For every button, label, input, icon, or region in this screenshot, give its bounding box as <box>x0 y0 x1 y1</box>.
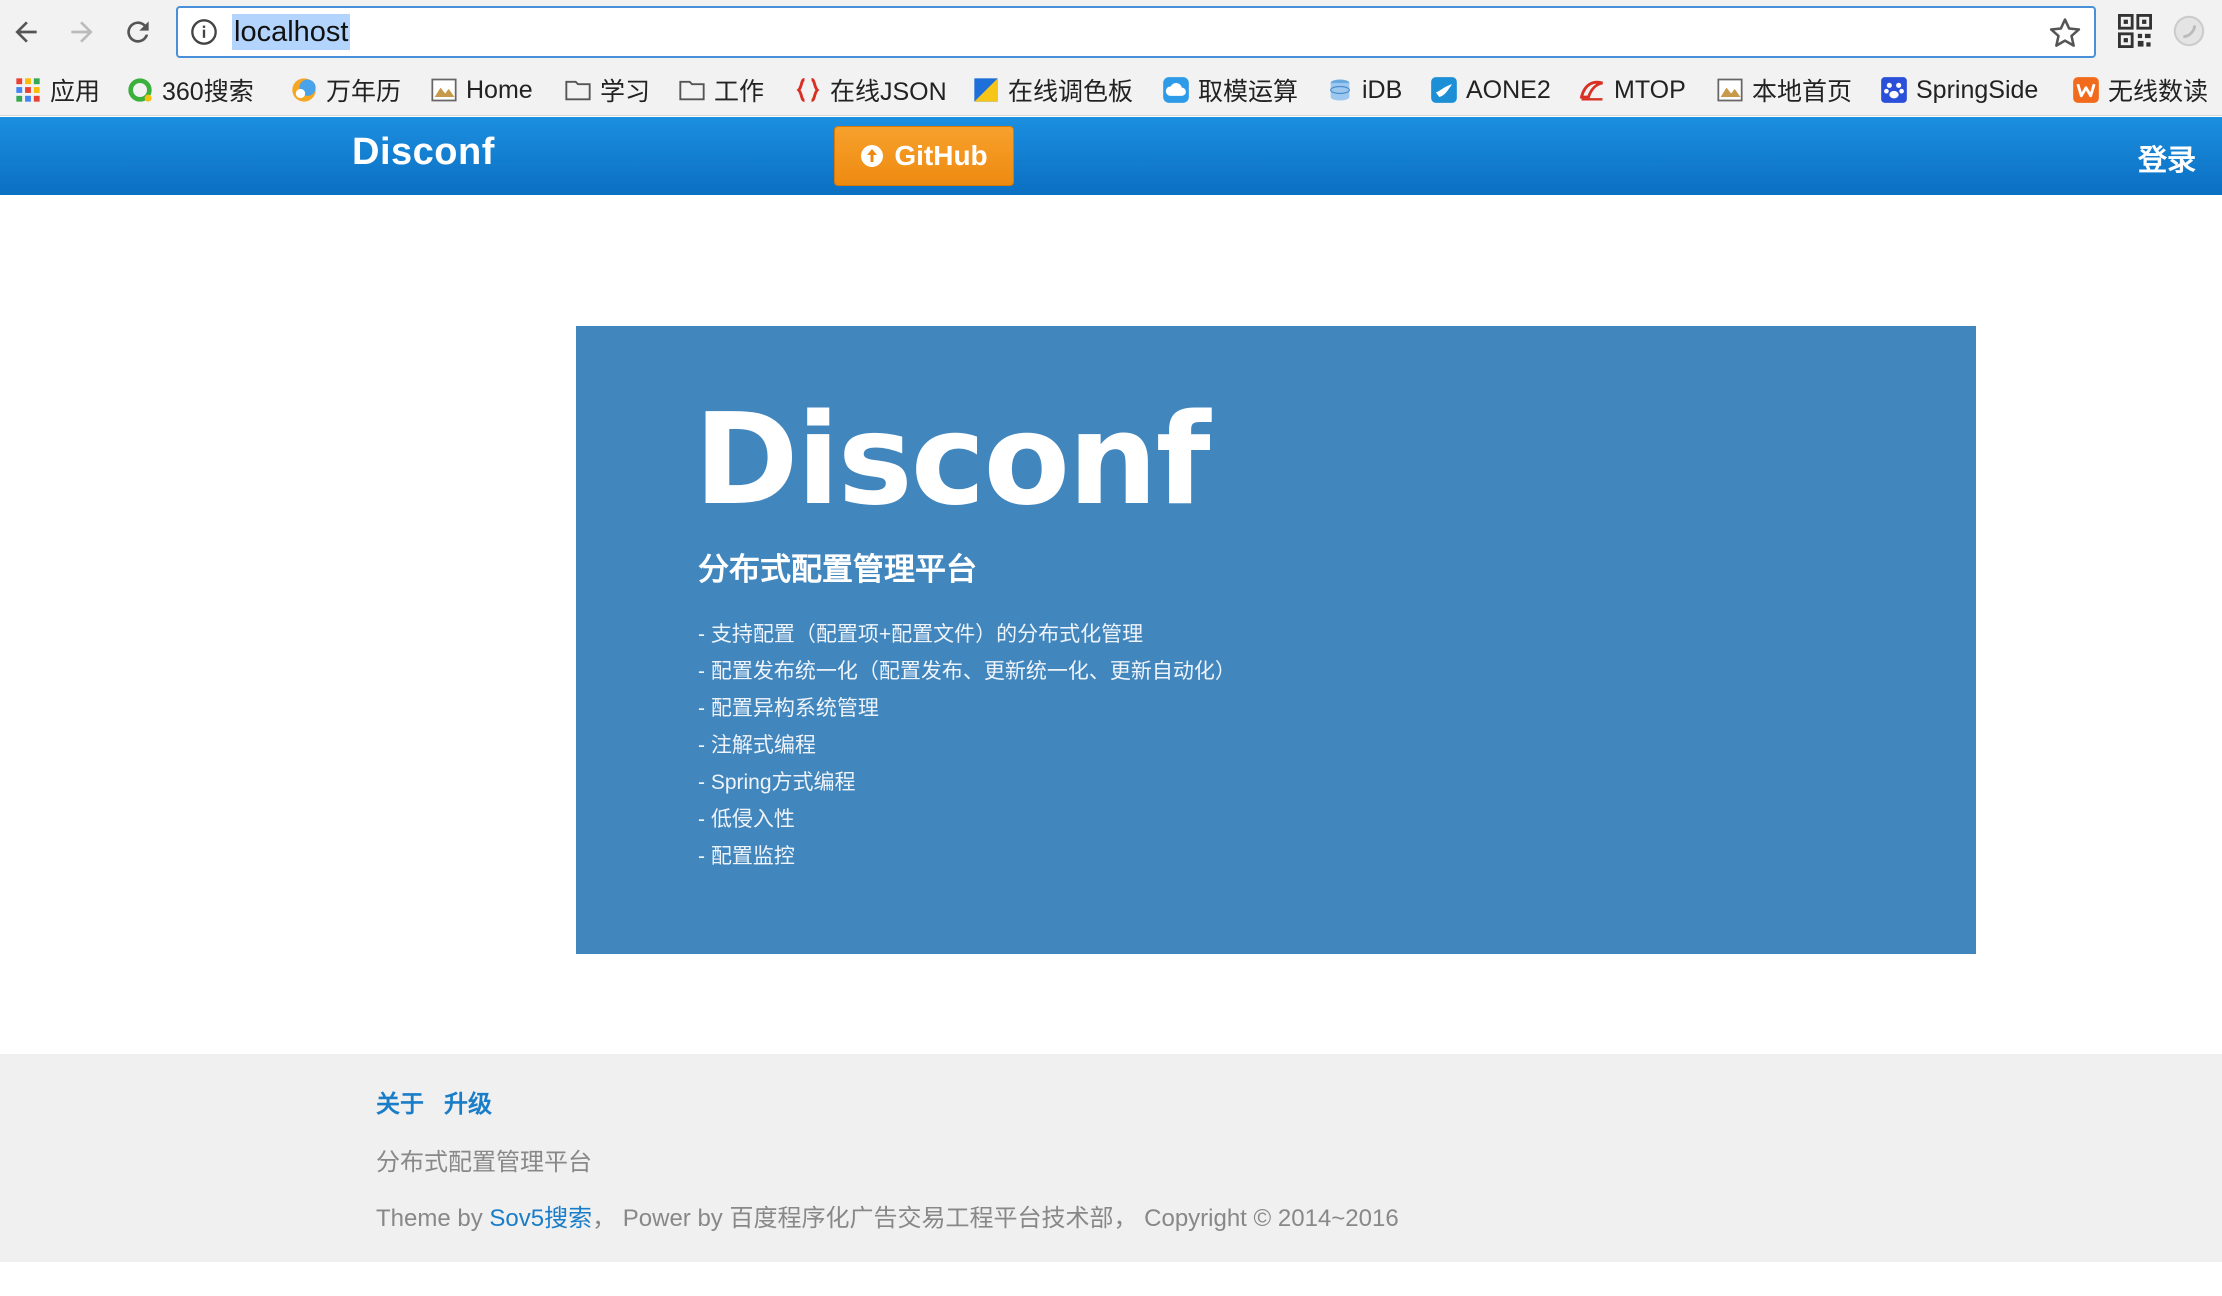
hero-banner: Disconf 分布式配置管理平台 - 支持配置（配置项+配置文件）的分布式化管… <box>576 326 1976 954</box>
bookmark-home[interactable]: Home <box>430 72 533 108</box>
address-bar[interactable]: localhost <box>176 6 2096 58</box>
footer-tagline: 分布式配置管理平台 <box>376 1149 592 1176</box>
bookmark-label: 工作 <box>714 78 765 106</box>
footer-link-upgrade[interactable]: 升级 <box>444 1084 492 1119</box>
database-icon <box>1330 79 1350 101</box>
bookmark-apps[interactable]: 应用 <box>14 72 100 108</box>
bookmark-label: 万年历 <box>326 78 402 106</box>
arrow-right-icon <box>71 21 93 43</box>
bookmark-wireless[interactable]: 无线数读 <box>2072 72 2208 108</box>
bookmark-label: 360搜索 <box>162 78 254 106</box>
bookmark-label: iDB <box>1362 75 1403 104</box>
github-button[interactable]: GitHub <box>834 126 1014 186</box>
bookmark-mtop[interactable]: MTOP <box>1578 72 1686 108</box>
forward-button[interactable] <box>60 10 104 54</box>
palette-icon <box>974 78 998 102</box>
bookmark-label: 在线调色板 <box>1008 78 1134 106</box>
cloud-icon <box>1163 77 1189 103</box>
json-braces-icon <box>796 78 820 102</box>
feature-item: - 注解式编程 <box>698 734 816 757</box>
bookmark-aone2[interactable]: AONE2 <box>1430 72 1551 108</box>
bookmark-label: AONE2 <box>1466 75 1551 104</box>
folder-icon <box>679 80 705 101</box>
bookmark-springside[interactable]: SpringSide <box>1880 72 2038 108</box>
feature-item: - 配置监控 <box>698 845 795 868</box>
feature-item: - 低侵入性 <box>698 808 795 831</box>
bookmark-label: 应用 <box>50 78 101 106</box>
login-link[interactable]: 登录 <box>2138 137 2196 179</box>
page-footer: 关于 升级 分布式配置管理平台 Theme by Sov5搜索， Power b… <box>0 1054 2222 1262</box>
bookmark-calendar[interactable]: 万年历 <box>290 72 401 108</box>
bookmark-json[interactable]: 在线JSON <box>794 72 947 108</box>
bookmark-label: 学习 <box>600 78 651 106</box>
github-label: GitHub <box>894 140 988 171</box>
info-icon[interactable] <box>190 18 218 46</box>
feature-item: - 配置异构系统管理 <box>698 697 879 720</box>
footer-link-about[interactable]: 关于 <box>376 1084 424 1119</box>
feature-item: - 支持配置（配置项+配置文件）的分布式化管理 <box>698 623 1144 646</box>
mtop-icon <box>1579 80 1603 101</box>
feature-list: - 支持配置（配置项+配置文件）的分布式化管理 - 配置发布统一化（配置发布、更… <box>698 616 1236 875</box>
brand-logo[interactable]: Disconf <box>352 131 495 174</box>
bookmark-palette[interactable]: 在线调色板 <box>972 72 1133 108</box>
bookmark-label: 本地首页 <box>1752 78 1853 106</box>
bookmark-star-icon[interactable] <box>2048 16 2082 50</box>
bookmark-label: 取模运算 <box>1198 78 1299 106</box>
theme-link[interactable]: Sov5搜索 <box>489 1205 592 1232</box>
bookmarks-bar: 应用 360搜索 万年历 Home 学习 工作 在线JSON 在线调色板 取模运… <box>0 64 2222 116</box>
bookmark-folder-work[interactable]: 工作 <box>678 72 764 108</box>
reload-icon <box>127 21 149 43</box>
theme-prefix: Theme by <box>376 1205 490 1232</box>
arrow-circle-icon <box>861 145 884 167</box>
bookmark-360[interactable]: 360搜索 <box>126 72 254 108</box>
qr-code-icon[interactable] <box>2118 14 2152 48</box>
paw-icon <box>1881 77 1907 103</box>
page-icon <box>431 78 457 102</box>
bookmark-folder-study[interactable]: 学习 <box>564 72 650 108</box>
bookmark-label: MTOP <box>1614 75 1686 104</box>
banner-title: Disconf <box>694 386 1211 533</box>
copyright-text: ， Power by 百度程序化广告交易工程平台技术部， Copyright ©… <box>592 1205 1399 1232</box>
banner-subtitle: 分布式配置管理平台 <box>698 552 977 587</box>
bookmark-label: Home <box>466 75 533 104</box>
feature-item: - 配置发布统一化（配置发布、更新统一化、更新自动化） <box>698 660 1236 683</box>
bookmark-label: SpringSide <box>1916 75 2039 104</box>
page-icon <box>1717 78 1743 102</box>
back-button[interactable] <box>4 10 48 54</box>
footer-copyright: Theme by Sov5搜索， Power by 百度程序化广告交易工程平台技… <box>376 1198 1399 1233</box>
site-navbar: Disconf GitHub 登录 <box>0 117 2222 195</box>
bookmark-idb[interactable]: iDB <box>1326 72 1402 108</box>
apps-grid-icon <box>16 78 40 102</box>
folder-icon <box>565 80 591 101</box>
bookmark-modulo[interactable]: 取模运算 <box>1162 72 1298 108</box>
browser-toolbar: localhost <box>0 0 2222 64</box>
bird-icon <box>1431 77 1457 103</box>
feature-item: - Spring方式编程 <box>698 771 856 794</box>
calendar-icon <box>292 78 316 102</box>
extension-icon[interactable] <box>2172 14 2206 48</box>
footer-links: 关于 升级 <box>376 1084 492 1119</box>
360-search-icon <box>128 78 152 102</box>
reload-button[interactable] <box>116 10 160 54</box>
arrow-left-icon <box>15 21 37 43</box>
bookmark-local-home[interactable]: 本地首页 <box>1716 72 1852 108</box>
w-logo-icon <box>2073 77 2099 103</box>
bookmark-label: 在线JSON <box>830 78 947 106</box>
url-text[interactable]: localhost <box>232 14 351 50</box>
bookmark-label: 无线数读 <box>2108 78 2209 106</box>
